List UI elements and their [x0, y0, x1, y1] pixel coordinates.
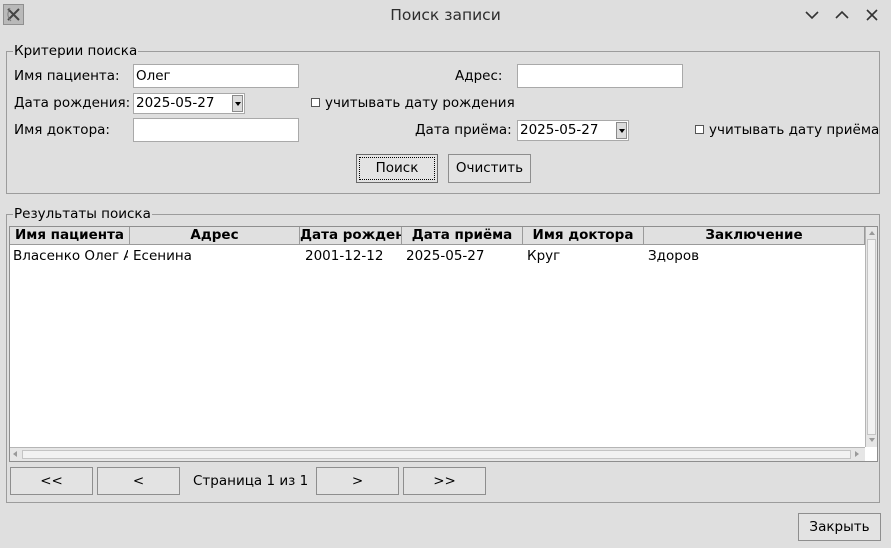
doctor-name-input[interactable]: [133, 118, 299, 142]
next-page-button[interactable]: >: [316, 467, 399, 495]
table-row[interactable]: Власенко Олег А Есенина 2001-12-12 2025-…: [10, 247, 865, 265]
table-cell: 2025-05-27: [406, 248, 485, 264]
prev-page-button[interactable]: <: [97, 467, 180, 495]
use-birth-date-checkbox[interactable]: [311, 98, 320, 107]
window-title: Поиск записи: [390, 6, 501, 24]
minimize-icon[interactable]: [801, 4, 823, 26]
table-cell: Здоров: [648, 248, 700, 264]
use-birth-date-label: учитывать дату рождения: [325, 95, 515, 111]
search-results-legend: Результаты поиска: [13, 206, 152, 222]
scrollbar-thumb[interactable]: [867, 239, 876, 435]
maximize-icon[interactable]: [831, 4, 853, 26]
visit-date-value: 2025-05-27: [520, 122, 599, 138]
patient-name-label: Имя пациента:: [14, 68, 120, 84]
column-header[interactable]: Дата приёма: [402, 227, 523, 245]
doctor-name-label: Имя доктора:: [14, 122, 110, 138]
table-cell: 2001-12-12: [305, 248, 384, 264]
use-visit-date-label: учитывать дату приёма: [709, 122, 880, 138]
search-criteria-legend: Критерии поиска: [13, 43, 139, 59]
table-cell: Круг: [527, 248, 561, 264]
first-page-button[interactable]: <<: [10, 467, 93, 495]
close-button[interactable]: Закрыть: [798, 513, 881, 541]
use-visit-date-checkbox[interactable]: [695, 125, 704, 134]
page-indicator: Страница 1 из 1: [193, 473, 309, 489]
search-button[interactable]: Поиск: [356, 154, 438, 183]
scroll-up-icon[interactable]: [869, 231, 875, 235]
scrollbar-thumb[interactable]: [22, 450, 851, 459]
vertical-scrollbar[interactable]: [865, 227, 877, 447]
scroll-right-icon[interactable]: [855, 451, 859, 457]
column-header[interactable]: Адрес: [130, 227, 300, 245]
birth-date-picker[interactable]: 2025-05-27: [133, 93, 245, 114]
visit-date-label: Дата приёма:: [415, 122, 512, 138]
horizontal-scrollbar[interactable]: [10, 447, 865, 461]
birth-date-value: 2025-05-27: [136, 95, 215, 111]
scroll-left-icon[interactable]: [13, 451, 17, 457]
title-bar: Поиск записи: [0, 0, 891, 30]
table-cell: Власенко Олег А: [13, 248, 128, 264]
column-header[interactable]: Дата рождени: [300, 227, 402, 245]
birth-date-label: Дата рождения:: [14, 95, 131, 111]
column-header[interactable]: Имя доктора: [523, 227, 644, 245]
chevron-down-icon[interactable]: [616, 122, 627, 139]
visit-date-picker[interactable]: 2025-05-27: [517, 120, 629, 141]
address-input[interactable]: [517, 64, 683, 88]
column-header[interactable]: Имя пациента: [10, 227, 130, 245]
clear-button[interactable]: Очистить: [448, 154, 531, 183]
close-icon[interactable]: [861, 4, 883, 26]
results-table[interactable]: Имя пациента Адрес Дата рождени Дата при…: [9, 226, 878, 462]
column-header[interactable]: Заключение: [644, 227, 865, 245]
chevron-down-icon[interactable]: [232, 95, 243, 112]
scroll-down-icon[interactable]: [869, 438, 875, 442]
address-label: Адрес:: [455, 68, 503, 84]
patient-name-input[interactable]: Олег: [133, 64, 299, 88]
table-cell: Есенина: [133, 248, 192, 264]
last-page-button[interactable]: >>: [403, 467, 486, 495]
